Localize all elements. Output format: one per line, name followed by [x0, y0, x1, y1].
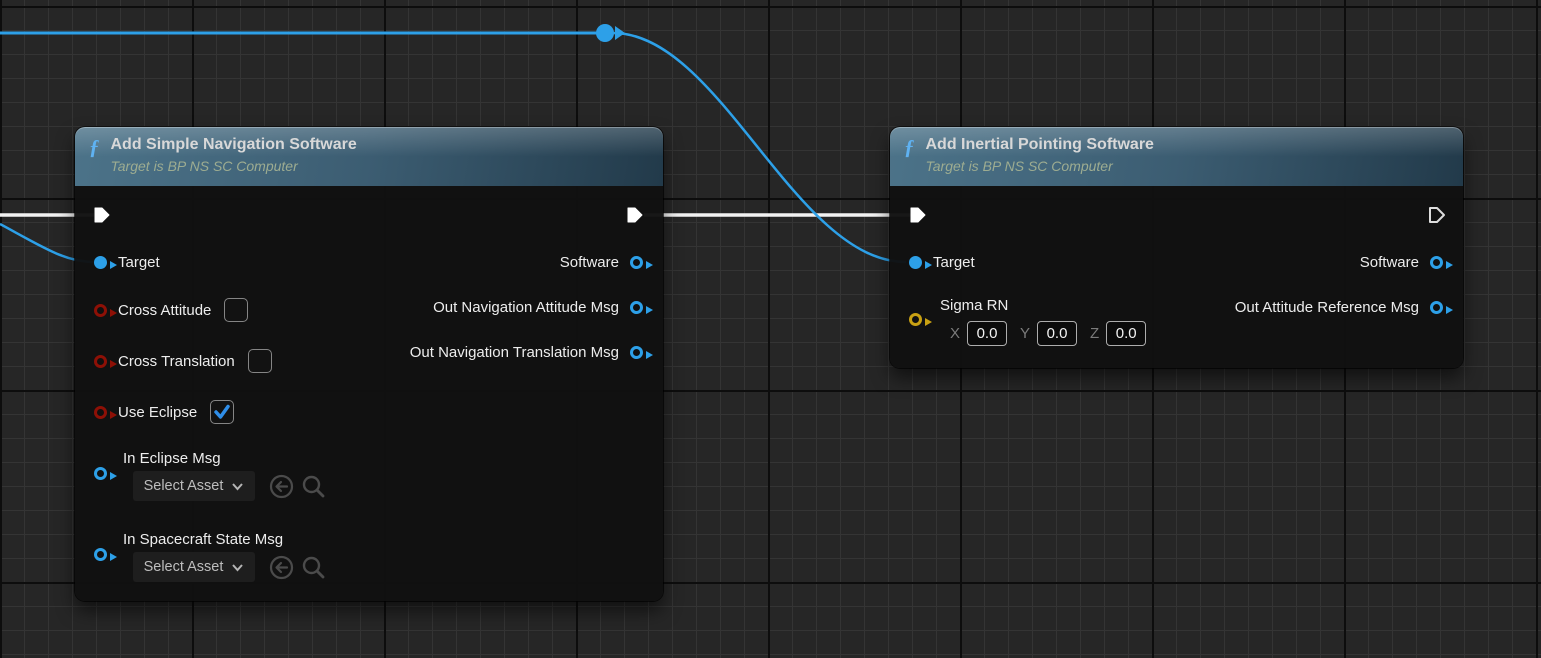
target-pin[interactable] [909, 256, 922, 269]
pin-row-use-eclipse: Use Eclipse [94, 399, 234, 425]
target-pin[interactable] [94, 256, 107, 269]
exec-output-pin[interactable] [625, 205, 645, 225]
node-title: Add Simple Navigation Software [111, 135, 357, 155]
pin-row-software: Software [1360, 249, 1443, 275]
pin-label: Target [933, 254, 975, 271]
pin-label: Cross Translation [118, 353, 235, 370]
pin-row-software: Software [560, 249, 643, 275]
node-subtitle: Target is BP NS SC Computer [111, 158, 357, 174]
out-attitude-reference-msg-pin[interactable] [1430, 301, 1443, 314]
cross-translation-checkbox[interactable] [248, 349, 272, 373]
pin-label: In Eclipse Msg [123, 450, 221, 467]
node-add-simple-navigation-software[interactable]: ƒ Add Simple Navigation Software Target … [75, 127, 663, 601]
exec-input-pin[interactable] [92, 205, 112, 225]
pin-label: Software [1360, 254, 1419, 271]
node-add-inertial-pointing-software[interactable]: ƒ Add Inertial Pointing Software Target … [890, 127, 1463, 368]
pin-label: Out Attitude Reference Msg [1235, 299, 1419, 316]
sigma-rn-x-field[interactable]: 0.0 [967, 321, 1007, 346]
cross-attitude-pin[interactable] [94, 304, 107, 317]
in-spacecraft-state-msg-pin[interactable] [94, 548, 107, 561]
pin-label: Software [560, 254, 619, 271]
axis-x-label: X [950, 325, 960, 342]
pin-label: Target [118, 254, 160, 271]
exec-input-pin[interactable] [908, 205, 928, 225]
pin-row-out-navigation-attitude-msg: Out Navigation Attitude Msg [433, 294, 643, 320]
blueprint-canvas[interactable]: ƒ Add Simple Navigation Software Target … [0, 0, 1541, 658]
check-icon [212, 402, 232, 422]
asset-select-label: Select Asset [144, 559, 224, 575]
pin-label: In Spacecraft State Msg [123, 531, 283, 548]
sigma-rn-y-field[interactable]: 0.0 [1037, 321, 1077, 346]
pin-row-out-attitude-reference-msg: Out Attitude Reference Msg [1235, 294, 1443, 320]
pin-row-target: Target [909, 249, 975, 275]
cross-attitude-checkbox[interactable] [224, 298, 248, 322]
pin-label: Out Navigation Translation Msg [410, 344, 619, 361]
pin-row-out-navigation-translation-msg: Out Navigation Translation Msg [410, 339, 643, 365]
exec-output-pin[interactable] [1427, 205, 1447, 225]
software-pin[interactable] [630, 256, 643, 269]
use-selected-asset-icon[interactable] [268, 473, 295, 500]
use-eclipse-pin[interactable] [94, 406, 107, 419]
pin-row-cross-translation: Cross Translation [94, 348, 272, 374]
axis-y-label: Y [1020, 325, 1030, 342]
software-pin[interactable] [1430, 256, 1443, 269]
cross-translation-pin[interactable] [94, 355, 107, 368]
reroute-node[interactable] [596, 24, 614, 42]
browse-asset-magnifier-icon[interactable] [300, 473, 327, 500]
in-spacecraft-state-msg-asset-control: Select Asset [133, 552, 327, 582]
pin-row-target: Target [94, 249, 160, 275]
node-subtitle: Target is BP NS SC Computer [926, 158, 1154, 174]
pin-row-cross-attitude: Cross Attitude [94, 297, 248, 323]
out-navigation-translation-msg-pin[interactable] [630, 346, 643, 359]
axis-z-label: Z [1090, 325, 1099, 342]
pin-label: Sigma RN [940, 297, 1008, 314]
in-spacecraft-state-msg-asset-select[interactable]: Select Asset [133, 552, 255, 582]
asset-select-label: Select Asset [144, 478, 224, 494]
in-eclipse-msg-asset-control: Select Asset [133, 471, 327, 501]
browse-asset-magnifier-icon[interactable] [300, 554, 327, 581]
node-header[interactable]: ƒ Add Simple Navigation Software Target … [75, 127, 663, 186]
pin-label: Out Navigation Attitude Msg [433, 299, 619, 316]
pin-label: Use Eclipse [118, 404, 197, 421]
function-icon: ƒ [89, 135, 100, 159]
function-icon: ƒ [904, 135, 915, 159]
node-header[interactable]: ƒ Add Inertial Pointing Software Target … [890, 127, 1463, 186]
use-eclipse-checkbox[interactable] [210, 400, 234, 424]
out-navigation-attitude-msg-pin[interactable] [630, 301, 643, 314]
reroute-node-arrow-icon [615, 26, 625, 40]
in-eclipse-msg-pin[interactable] [94, 467, 107, 480]
chevron-down-icon [231, 563, 244, 572]
node-title: Add Inertial Pointing Software [926, 135, 1154, 155]
chevron-down-icon [231, 482, 244, 491]
sigma-rn-pin[interactable] [909, 313, 922, 326]
pin-label: Cross Attitude [118, 302, 211, 319]
in-eclipse-msg-asset-select[interactable]: Select Asset [133, 471, 255, 501]
sigma-rn-z-field[interactable]: 0.0 [1106, 321, 1146, 346]
use-selected-asset-icon[interactable] [268, 554, 295, 581]
sigma-rn-vector-inputs: X 0.0 Y 0.0 Z 0.0 [950, 321, 1152, 346]
